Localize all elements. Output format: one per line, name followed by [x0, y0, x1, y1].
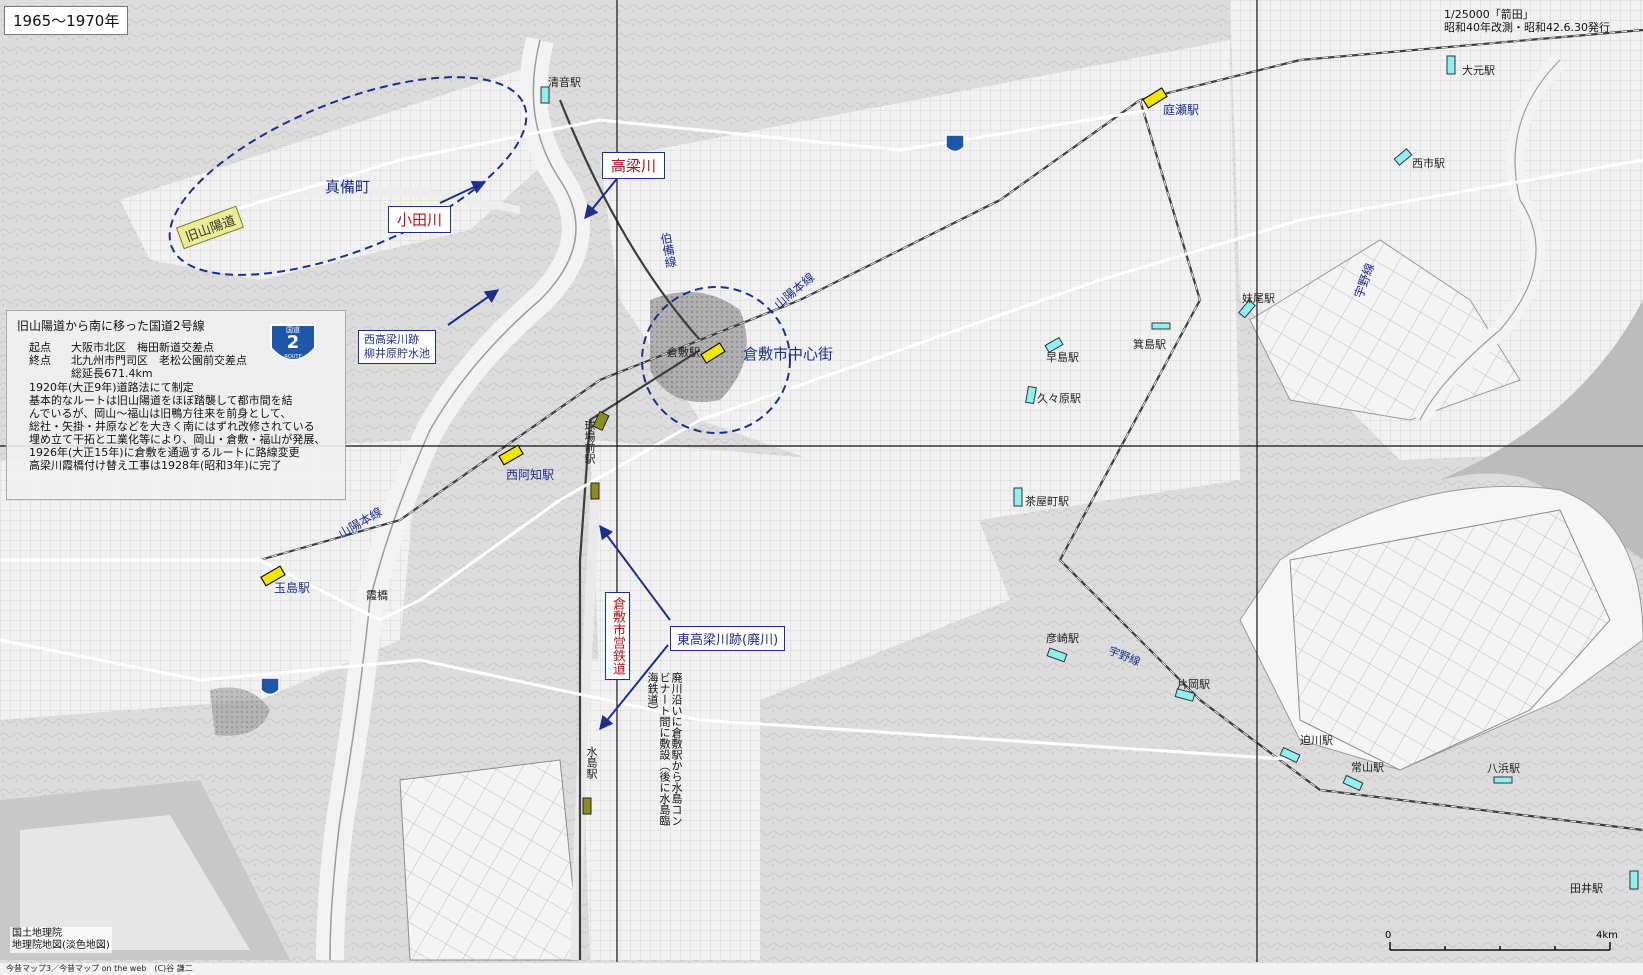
station-marker-minoshima [1151, 322, 1171, 330]
period-label: 1965〜1970年 [4, 6, 129, 35]
station-label-niwase: 庭瀬駅 [1163, 103, 1200, 117]
station-label-kubara: 久々原駅 [1037, 392, 1081, 405]
station-label-chayamachi: 茶屋町駅 [1025, 495, 1069, 508]
station-marker-chayamachi [1013, 487, 1023, 507]
station-label-tamashima: 玉島駅 [274, 581, 311, 595]
station-label-tsuneyama: 常山駅 [1351, 761, 1384, 774]
scale-bar-max: 4km [1596, 930, 1618, 941]
scale-bar-zero: 0 [1385, 930, 1392, 941]
station-marker-omoto [1446, 55, 1456, 75]
map-sheet-title-line1: 1/25000「箭田」 [1444, 8, 1534, 21]
history-line-7: 高梁川霞橋付け替え工事は1928年(昭和3年)に完了 [29, 459, 282, 472]
station-label-minoshima: 箕島駅 [1133, 338, 1166, 351]
map-sheet-title-line2: 昭和40年改測・昭和42.6.30発行 [1444, 21, 1610, 34]
oda-river-label: 小田川 [388, 206, 452, 233]
higashi-takahashi-label: 東高梁川跡(廃川) [670, 626, 786, 651]
nishi-takahashi-box: 西高梁川跡 柳井原貯水池 [358, 330, 436, 364]
kurashiki-railway-label: 倉敷市営鉄道 [605, 592, 630, 680]
route-2-shield-south [260, 677, 280, 696]
takahashi-river-label: 高梁川 [602, 152, 666, 179]
copyright-footer: 今昔マップ3／今昔マップ on the web (C)谷 謙二 [0, 963, 1643, 975]
station-label-nishiachi: 西阿知駅 [506, 468, 555, 482]
station-label-senoo: 妹尾駅 [1242, 292, 1275, 305]
station-marker-mizushima [582, 797, 592, 815]
station-marker-yahama [1493, 776, 1513, 784]
yanaihara-label: 柳井原貯水池 [364, 347, 430, 360]
haisen-note: 廃川沿いに倉敷駅から水島コンビナート間に敷設（後に水島臨海鉄道） [646, 672, 683, 826]
station-label-mizushima: 水島駅 [585, 746, 598, 779]
map-sheet-title: 1/25000「箭田」 昭和40年改測・昭和42.6.30発行 [1444, 8, 1610, 34]
shield-bottom-text: ROUTE [284, 354, 302, 360]
station-label-hayashima: 早島駅 [1046, 351, 1079, 364]
station-label-hikosaki: 彦崎駅 [1046, 632, 1079, 645]
route-2-shield-icon: 国道 2 ROUTE [268, 322, 318, 370]
map-credit: 国土地理院 地理院地図(淡色地図) [10, 927, 112, 953]
mizushima-industrial [399, 759, 581, 961]
panel-heading: 旧山陽道から南に移った国道2号線 [17, 319, 205, 333]
station-label-nishiichi: 西市駅 [1412, 157, 1445, 170]
credit-line-2: 地理院地図(淡色地図) [12, 940, 110, 951]
station-label-omoto: 大元駅 [1462, 64, 1495, 77]
mabi-town-label: 真備町 [325, 178, 371, 196]
station-label-yahama: 八浜駅 [1487, 762, 1520, 775]
end-label: 終点 [29, 354, 51, 367]
station-label-kurashiki: 倉敷駅 [667, 346, 700, 359]
kasumi-bridge-label: 霞橋 [366, 589, 388, 602]
station-label-kataoka: 片岡駅 [1177, 678, 1210, 691]
credit-line-1: 国土地理院 [12, 928, 62, 939]
shield-number: 2 [286, 332, 300, 353]
station-label-kiyone: 清音駅 [548, 76, 581, 89]
station-label-kyujo-mae: 球場前駅 [583, 420, 596, 464]
kurashiki-center-label: 倉敷市中心街 [743, 345, 834, 363]
route-2-shield-north [945, 134, 965, 153]
station-marker-railway-mid [590, 482, 600, 500]
station-label-tai: 田井駅 [1570, 882, 1603, 895]
nishi-takahashi-label: 西高梁川跡 [364, 333, 419, 346]
station-label-sakogawa: 迫川駅 [1300, 734, 1333, 747]
station-marker-tai [1629, 870, 1639, 890]
